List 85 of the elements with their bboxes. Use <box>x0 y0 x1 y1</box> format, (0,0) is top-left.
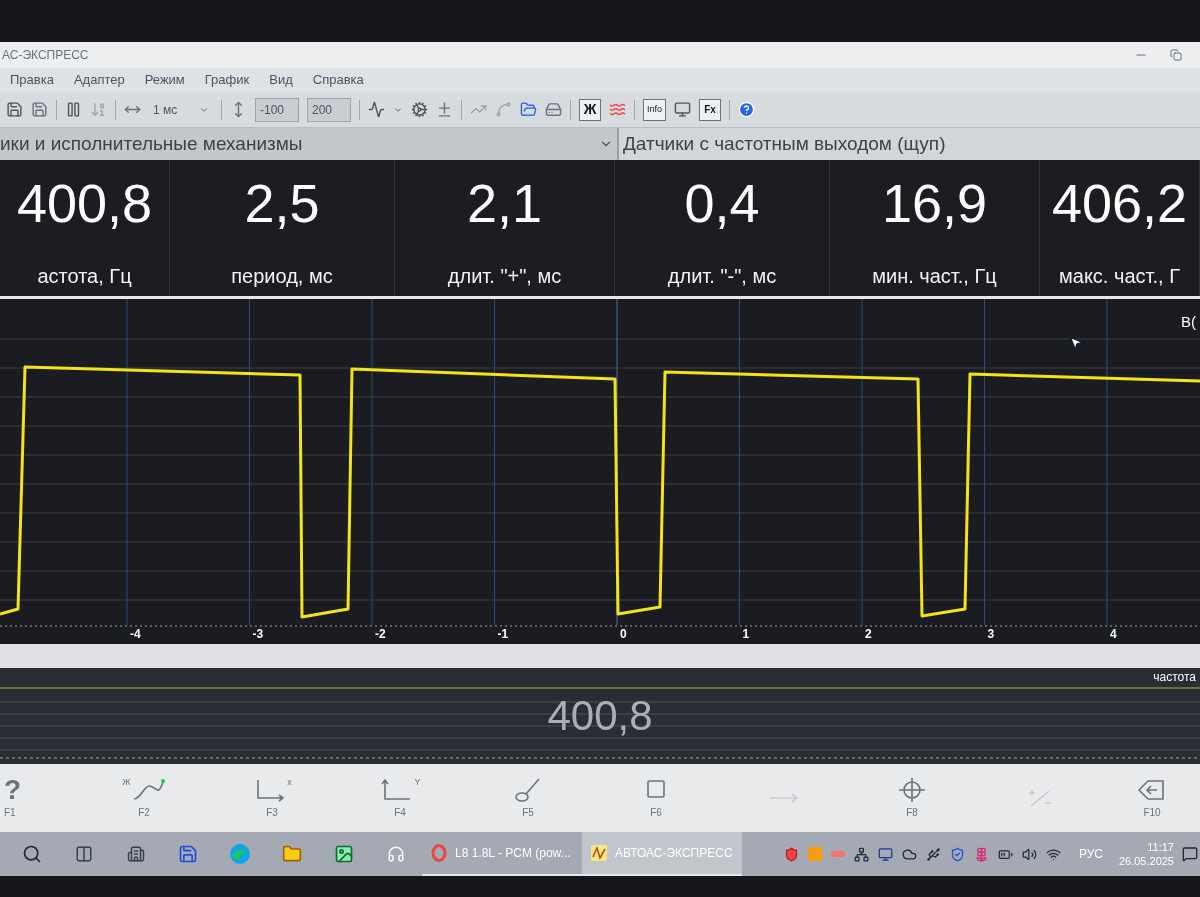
plus-minus-icon[interactable] <box>436 101 453 118</box>
panel-title: ики и исполнительные механизмы <box>0 131 303 156</box>
digits-arrow-icon[interactable] <box>90 101 107 118</box>
image-icon[interactable] <box>334 844 354 864</box>
cloud-icon[interactable] <box>901 846 917 862</box>
measurement-label: длит. "+", мс <box>447 264 562 288</box>
menu-item[interactable]: Вид <box>269 70 293 90</box>
menu-item[interactable]: Режим <box>144 70 185 90</box>
menu-item[interactable]: Адаптер <box>73 70 125 90</box>
measurement-label: период, мс <box>231 264 333 288</box>
function-key[interactable]: F5 <box>464 764 592 832</box>
channel-label: В( <box>1181 313 1196 331</box>
axis-tick-label: 2 <box>865 626 872 642</box>
measurement-value: 400,8 <box>16 172 153 234</box>
folder-icon[interactable] <box>282 844 302 864</box>
axis-tick-label: -2 <box>375 626 386 642</box>
toolbar-button[interactable]: Ж <box>579 98 601 121</box>
ring-icon <box>430 844 448 862</box>
help-icon[interactable] <box>738 101 755 118</box>
mouse-pointer-icon <box>1068 335 1084 351</box>
axis-tick-label: -3 <box>252 626 264 642</box>
app-logo-icon <box>590 844 608 862</box>
restore-icon[interactable] <box>1170 49 1182 61</box>
axis-tick-label: -1 <box>497 626 509 642</box>
measurement-value: 2,1 <box>466 172 543 234</box>
waves-icon[interactable] <box>609 101 626 118</box>
function-key[interactable]: F8 <box>848 764 976 832</box>
speaker-icon[interactable] <box>1021 846 1037 862</box>
pulse-icon[interactable] <box>368 101 385 118</box>
network-icon[interactable] <box>853 846 869 862</box>
wifi-icon[interactable] <box>1045 846 1061 862</box>
measurement-label: длит. "-", мс <box>667 264 777 288</box>
monitor-icon[interactable] <box>877 846 893 862</box>
save-icon[interactable] <box>31 101 48 118</box>
usb-icon[interactable] <box>925 846 941 862</box>
menu-item[interactable]: Правка <box>10 70 54 90</box>
measurement-label: мин. част., Гц <box>872 264 997 288</box>
measurement-label: астота, Гц <box>37 264 132 288</box>
app-tile-icon[interactable] <box>807 847 822 861</box>
toolbar-button[interactable]: Fx <box>699 98 721 121</box>
menu-item[interactable]: Справка <box>312 70 364 90</box>
menu-item[interactable]: График <box>204 70 250 90</box>
save-icon[interactable] <box>6 101 23 118</box>
shield-icon[interactable] <box>783 846 799 862</box>
task-view-icon[interactable] <box>75 845 93 863</box>
icon-letter: x <box>287 777 292 787</box>
measurement-value: 406,2 <box>1051 172 1188 234</box>
function-key[interactable]: Ж F2 <box>80 764 208 832</box>
y-min-field[interactable]: -100 <box>255 97 299 122</box>
measurement-value: 0,4 <box>684 172 760 234</box>
axis-tick-label: 4 <box>1110 626 1117 642</box>
axis-tick-label: -4 <box>130 626 141 642</box>
axis-tick-label: 1 <box>742 626 750 642</box>
shield-check-icon[interactable] <box>949 846 965 862</box>
function-key[interactable]: F6 <box>592 764 720 832</box>
headphones-icon[interactable] <box>387 845 405 863</box>
icon-letter: Ж <box>122 777 131 787</box>
toolbar-button[interactable]: Info <box>643 98 666 121</box>
measurement-value: 16,9 <box>881 172 988 234</box>
spline-icon[interactable] <box>495 101 512 118</box>
panel-title: Датчики с частотным выходом (щуп) <box>623 131 946 156</box>
function-key[interactable]: ? F1 <box>0 764 80 832</box>
y-max-field[interactable]: 200 <box>307 97 351 122</box>
function-key[interactable]: F10 <box>1104 764 1200 832</box>
timebase-dropdown[interactable]: 1 мс <box>149 98 213 121</box>
search-icon[interactable] <box>22 844 42 864</box>
window-title: АС-ЭКСПРЕСС <box>2 47 89 64</box>
measurement-value: 2,5 <box>244 172 320 234</box>
curve-icon <box>131 777 166 803</box>
function-key[interactable]: Y F4 <box>336 764 464 832</box>
cog-icon[interactable] <box>411 101 428 118</box>
axis-tick-label: 3 <box>987 626 995 642</box>
function-key[interactable]: x F3 <box>208 764 336 832</box>
frequency-value: 400,8 <box>547 692 653 740</box>
notification-icon[interactable] <box>1182 846 1198 862</box>
help-glyph: ? <box>4 777 22 803</box>
building-icon[interactable] <box>127 845 145 863</box>
axis-tick-label: 0 <box>620 626 627 642</box>
frequency-label: частота <box>1153 670 1196 684</box>
save-icon[interactable] <box>178 844 198 864</box>
pause-icon[interactable] <box>65 101 82 118</box>
measurement-label: макс. част., Г <box>1059 264 1180 288</box>
icon-letter: Y <box>414 777 421 787</box>
monitor-icon[interactable] <box>674 101 691 118</box>
folder-icon[interactable] <box>520 101 537 118</box>
